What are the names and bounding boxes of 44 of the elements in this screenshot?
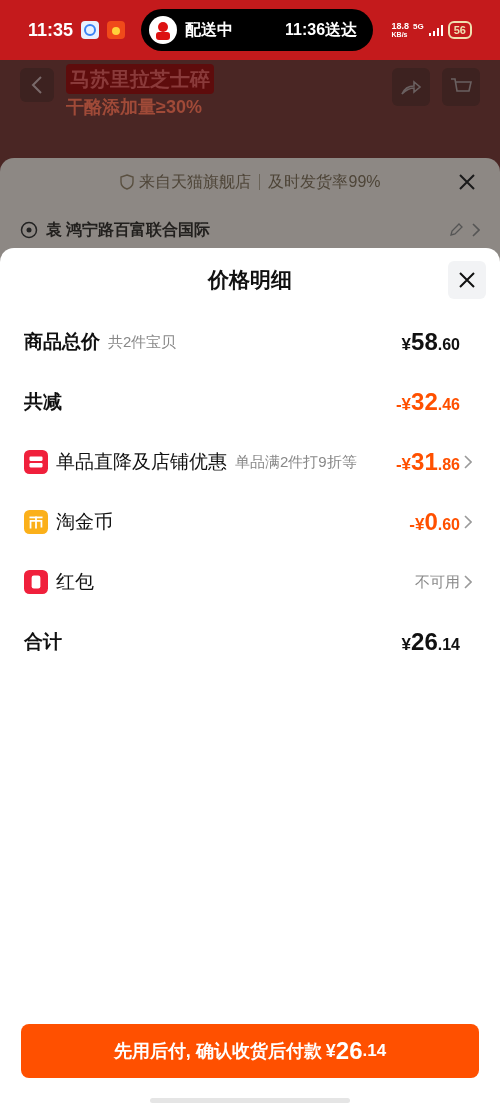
battery-level: 56 xyxy=(447,21,472,39)
network-speed: 18.8 xyxy=(391,22,410,31)
chevron-right-icon[interactable] xyxy=(472,223,480,237)
row-amount: -¥32.46 xyxy=(395,387,460,417)
row-amount: -¥31.86 xyxy=(395,447,460,477)
close-button[interactable] xyxy=(448,261,486,299)
app-icon xyxy=(81,21,100,39)
row-amount: ¥26.14 xyxy=(401,627,460,657)
shield-icon xyxy=(119,174,136,190)
share-icon[interactable] xyxy=(400,78,422,96)
clock: 11:35 xyxy=(28,18,74,42)
chevron-right-icon xyxy=(464,515,472,529)
product-tagline: 干酪添加量≥30% xyxy=(66,96,203,119)
back-icon[interactable] xyxy=(31,76,43,94)
row-label: 商品总价 xyxy=(24,329,100,354)
row-status: 不可用 xyxy=(415,571,460,592)
discount-row[interactable]: 单品直降及店铺优惠 单品满2件打9折等 -¥31.86 xyxy=(0,432,500,492)
courier-avatar-icon xyxy=(149,16,178,44)
row-label: 共减 xyxy=(24,389,62,414)
store-label: 来自天猫旗舰店 xyxy=(139,172,252,192)
sheet-title: 价格明细 xyxy=(208,267,292,294)
discount-row[interactable]: 淘金币 -¥0.60 xyxy=(0,492,500,552)
row-label: 单品直降及店铺优惠 xyxy=(56,449,227,474)
close-icon[interactable] xyxy=(458,173,476,191)
chevron-right-icon xyxy=(464,455,472,469)
delivery-address: 袁 鸿宁路百富联合国际 xyxy=(46,220,211,240)
signal-icon xyxy=(427,24,444,36)
discount-row[interactable]: 红包 不可用 xyxy=(0,552,500,612)
row-amount: ¥58.60 xyxy=(401,327,460,357)
close-icon xyxy=(459,272,475,288)
row-note: 共2件宝贝 xyxy=(108,331,177,352)
location-pin-icon xyxy=(20,221,38,239)
edit-icon[interactable] xyxy=(448,222,464,238)
row-label: 红包 xyxy=(56,569,94,594)
network-type: 5G xyxy=(413,21,424,33)
delivery-eta: 11:36送达 xyxy=(285,20,359,40)
shipping-rate: 及时发货率99% xyxy=(268,172,381,192)
row-note: 单品满2件打9折等 xyxy=(235,451,357,472)
row-label: 合计 xyxy=(24,629,62,654)
chevron-right-icon xyxy=(464,575,472,589)
delivery-status: 配送中 xyxy=(185,20,234,40)
row-label: 淘金币 xyxy=(56,509,113,534)
row-amount: -¥0.60 xyxy=(409,507,460,537)
app-icon xyxy=(107,21,126,39)
